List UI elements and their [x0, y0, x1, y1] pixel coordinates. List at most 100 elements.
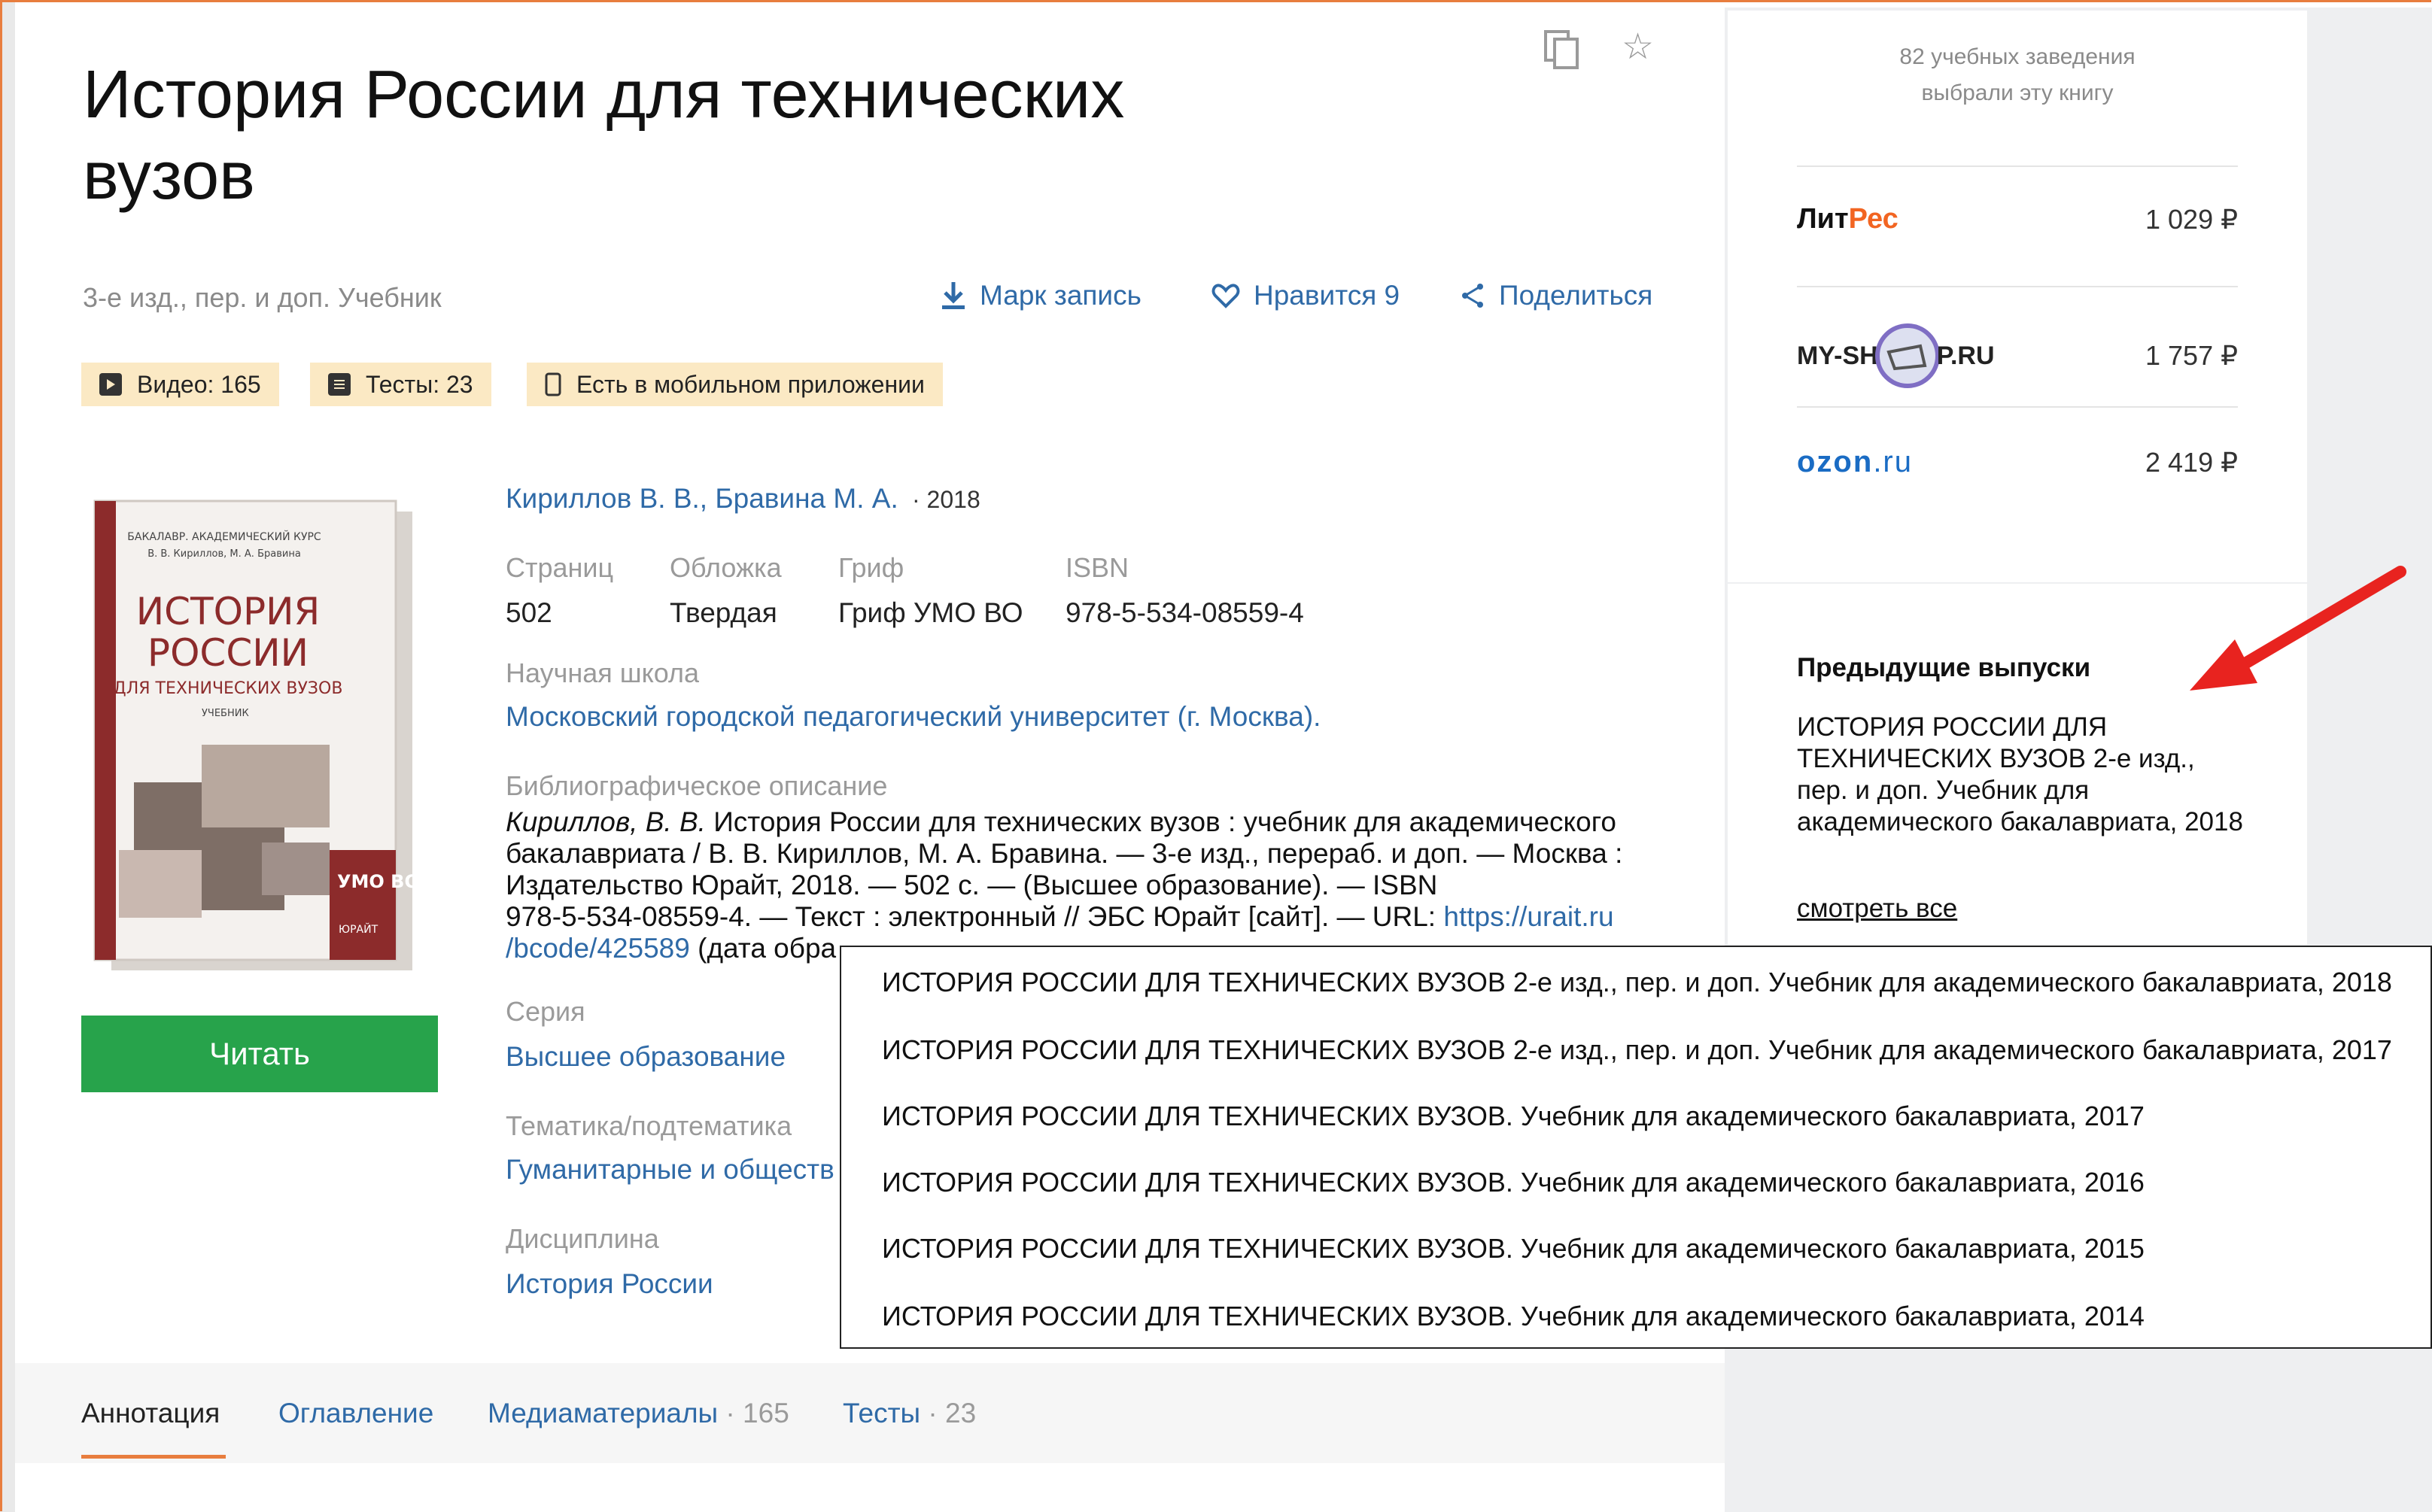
- tab-contents[interactable]: Оглавление: [278, 1398, 433, 1429]
- myshop-logo-part-1: MY-SH: [1797, 341, 1878, 370]
- bookmark-action[interactable]: Марк запись: [941, 280, 1142, 311]
- authors-link[interactable]: Кириллов В. В., Бравина М. А.: [506, 483, 898, 515]
- ozon-logo-part-2: .ru: [1873, 445, 1913, 478]
- biblio-text-1: История России для технических вузов : у…: [705, 806, 1616, 837]
- chosen-line-2: выбрали эту книгу: [1921, 80, 2114, 105]
- star-icon[interactable]: ☆: [1622, 26, 1654, 68]
- heart-icon: [1211, 284, 1240, 308]
- tab-annotation[interactable]: Аннотация: [81, 1398, 220, 1429]
- divider: [1797, 286, 2238, 287]
- biblio-line-4: 978-5-534-08559-4. — Текст : электронный…: [506, 901, 1657, 933]
- myshop-price: 1 757 ₽: [2145, 340, 2238, 371]
- cover-label: Обложка: [670, 552, 782, 583]
- school-link[interactable]: Московский городской педагогический унив…: [506, 701, 1321, 733]
- litres-logo: ЛитРес: [1797, 203, 1898, 235]
- popup-item[interactable]: ИСТОРИЯ РОССИИ ДЛЯ ТЕХНИЧЕСКИХ ВУЗОВ. Уч…: [882, 1101, 2145, 1132]
- edition-subtitle: 3-е изд., пер. и доп. Учебник: [83, 282, 442, 313]
- share-label: Поделиться: [1499, 280, 1653, 311]
- active-tab-indicator: [81, 1455, 226, 1459]
- myshop-logo-icon: [1874, 323, 1940, 388]
- previous-edition-item[interactable]: ИСТОРИЯ РОССИИ ДЛЯ ТЕХНИЧЕСКИХ ВУЗОВ 2-е…: [1797, 712, 2248, 838]
- cover-kind: УЧЕБНИК: [202, 708, 249, 719]
- isbn-label: ISBN: [1066, 552, 1129, 583]
- ozon-price: 2 419 ₽: [2145, 446, 2238, 478]
- biblio-text-5: (дата обра: [689, 933, 837, 964]
- biblio-url-link-2[interactable]: /bcode/425589: [506, 933, 690, 964]
- tab-tests[interactable]: Тесты · 23: [843, 1398, 976, 1429]
- isbn-value: 978-5-534-08559-4: [1066, 597, 1304, 628]
- publication-year: · 2018: [912, 486, 980, 513]
- myshop-logo: MY-SH P.RU: [1797, 323, 1995, 388]
- shop-row-myshop[interactable]: MY-SH P.RU 1 757 ₽: [1797, 323, 2238, 388]
- myshop-logo-part-2: P.RU: [1936, 341, 1995, 370]
- biblio-description: Кириллов, В. В. История России для техни…: [506, 806, 1657, 964]
- biblio-line-3: Издательство Юрайт, 2018. — 502 с. — (Вы…: [506, 870, 1438, 900]
- pages-value: 502: [506, 597, 552, 628]
- tab-media[interactable]: Медиаматериалы · 165: [488, 1398, 789, 1429]
- mobile-tag-label: Есть в мобильном приложении: [576, 370, 925, 398]
- grif-value: Гриф УМО ВО: [838, 597, 1023, 628]
- content-area: [15, 1463, 1725, 1512]
- cover-value: Твердая: [670, 597, 777, 628]
- popup-item[interactable]: ИСТОРИЯ РОССИИ ДЛЯ ТЕХНИЧЕСКИХ ВУЗОВ. Уч…: [882, 1301, 2145, 1332]
- book-cover-image: БАКАЛАВР. АКАДЕМИЧЕСКИЙ КУРС В. В. Кирил…: [89, 496, 420, 993]
- biblio-text-4: 978-5-534-08559-4. — Текст : электронный…: [506, 901, 1444, 932]
- theme-label: Тематика/подтематика: [506, 1110, 792, 1141]
- previous-editions-title: Предыдущие выпуски: [1797, 653, 2091, 682]
- see-all-link[interactable]: смотреть все: [1797, 894, 1957, 924]
- read-button[interactable]: Читать: [81, 1016, 438, 1092]
- ozon-logo: ozon.ru: [1797, 445, 1913, 479]
- chosen-line-1: 82 учебных заведения: [1899, 44, 2136, 69]
- tab-media-label: Медиаматериалы: [488, 1398, 719, 1429]
- litres-logo-part-2: Рес: [1848, 203, 1898, 235]
- series-link[interactable]: Высшее образование: [506, 1041, 786, 1073]
- biblio-author: Кириллов, В. В.: [506, 806, 706, 837]
- cover-title-1: ИСТОРИЯ: [136, 590, 321, 633]
- cover-publisher: ЮРАЙТ: [339, 922, 378, 936]
- biblio-line-2: бакалавриата / В. В. Кириллов, М. А. Бра…: [506, 838, 1623, 869]
- biblio-url-link[interactable]: https://urait.ru: [1443, 901, 1613, 932]
- shop-row-ozon[interactable]: ozon.ru 2 419 ₽: [1797, 445, 2238, 479]
- theme-link[interactable]: Гуманитарные и обществ: [506, 1154, 834, 1186]
- tab-tests-count: · 23: [920, 1398, 977, 1429]
- likes-label: Нравится 9: [1254, 280, 1400, 311]
- grif-label: Гриф: [838, 552, 904, 583]
- tab-media-count: · 165: [718, 1398, 789, 1429]
- litres-logo-part-1: Лит: [1797, 203, 1849, 235]
- popup-item[interactable]: ИСТОРИЯ РОССИИ ДЛЯ ТЕХНИЧЕСКИХ ВУЗОВ. Уч…: [882, 1167, 2145, 1198]
- biblio-label: Библиографическое описание: [506, 770, 888, 801]
- popup-item[interactable]: ИСТОРИЯ РОССИИ ДЛЯ ТЕХНИЧЕСКИХ ВУЗОВ. Уч…: [882, 1233, 2145, 1265]
- litres-price: 1 029 ₽: [2145, 203, 2238, 235]
- discipline-label: Дисциплина: [506, 1223, 659, 1254]
- popup-item[interactable]: ИСТОРИЯ РОССИИ ДЛЯ ТЕХНИЧЕСКИХ ВУЗОВ 2-е…: [882, 1034, 2392, 1066]
- cover-title-2: РОССИИ: [147, 631, 309, 675]
- tab-annotation-label: Аннотация: [81, 1398, 220, 1429]
- previous-editions-popup: ИСТОРИЯ РОССИИ ДЛЯ ТЕХНИЧЕСКИХ ВУЗОВ 2-е…: [840, 946, 2432, 1349]
- tests-tag[interactable]: Тесты: 23: [310, 363, 491, 406]
- video-tag[interactable]: Видео: 165: [81, 363, 279, 406]
- share-action[interactable]: Поделиться: [1460, 280, 1652, 311]
- biblio-line-1: Кириллов, В. В. История России для техни…: [506, 806, 1657, 838]
- play-icon: [99, 373, 122, 396]
- tests-tag-label: Тесты: 23: [366, 370, 473, 398]
- school-label: Научная школа: [506, 657, 700, 688]
- download-icon: [942, 282, 965, 309]
- video-tag-label: Видео: 165: [137, 370, 261, 398]
- divider: [1797, 165, 2238, 167]
- mobile-tag[interactable]: Есть в мобильном приложении: [527, 363, 943, 406]
- tab-contents-label: Оглавление: [278, 1398, 434, 1429]
- discipline-link[interactable]: История России: [506, 1268, 713, 1300]
- divider: [1797, 406, 2238, 408]
- cover-title-3: ДЛЯ ТЕХНИЧЕСКИХ ВУЗОВ: [114, 679, 343, 698]
- page-title: История России для технических вузов: [83, 57, 1125, 214]
- series-label: Серия: [506, 996, 585, 1027]
- red-arrow-annotation: [2182, 557, 2423, 711]
- tab-tests-label: Тесты: [843, 1398, 921, 1429]
- copy-icon[interactable]: [1543, 29, 1582, 74]
- share-icon: [1462, 284, 1483, 308]
- list-icon: [328, 373, 351, 396]
- popup-item[interactable]: ИСТОРИЯ РОССИИ ДЛЯ ТЕХНИЧЕСКИХ ВУЗОВ 2-е…: [882, 967, 2392, 998]
- like-action[interactable]: Нравится 9: [1211, 280, 1400, 311]
- cover-authors-text: В. В. Кириллов, М. А. Бравина: [147, 548, 301, 560]
- shop-row-litres[interactable]: ЛитРес 1 029 ₽: [1797, 203, 2238, 235]
